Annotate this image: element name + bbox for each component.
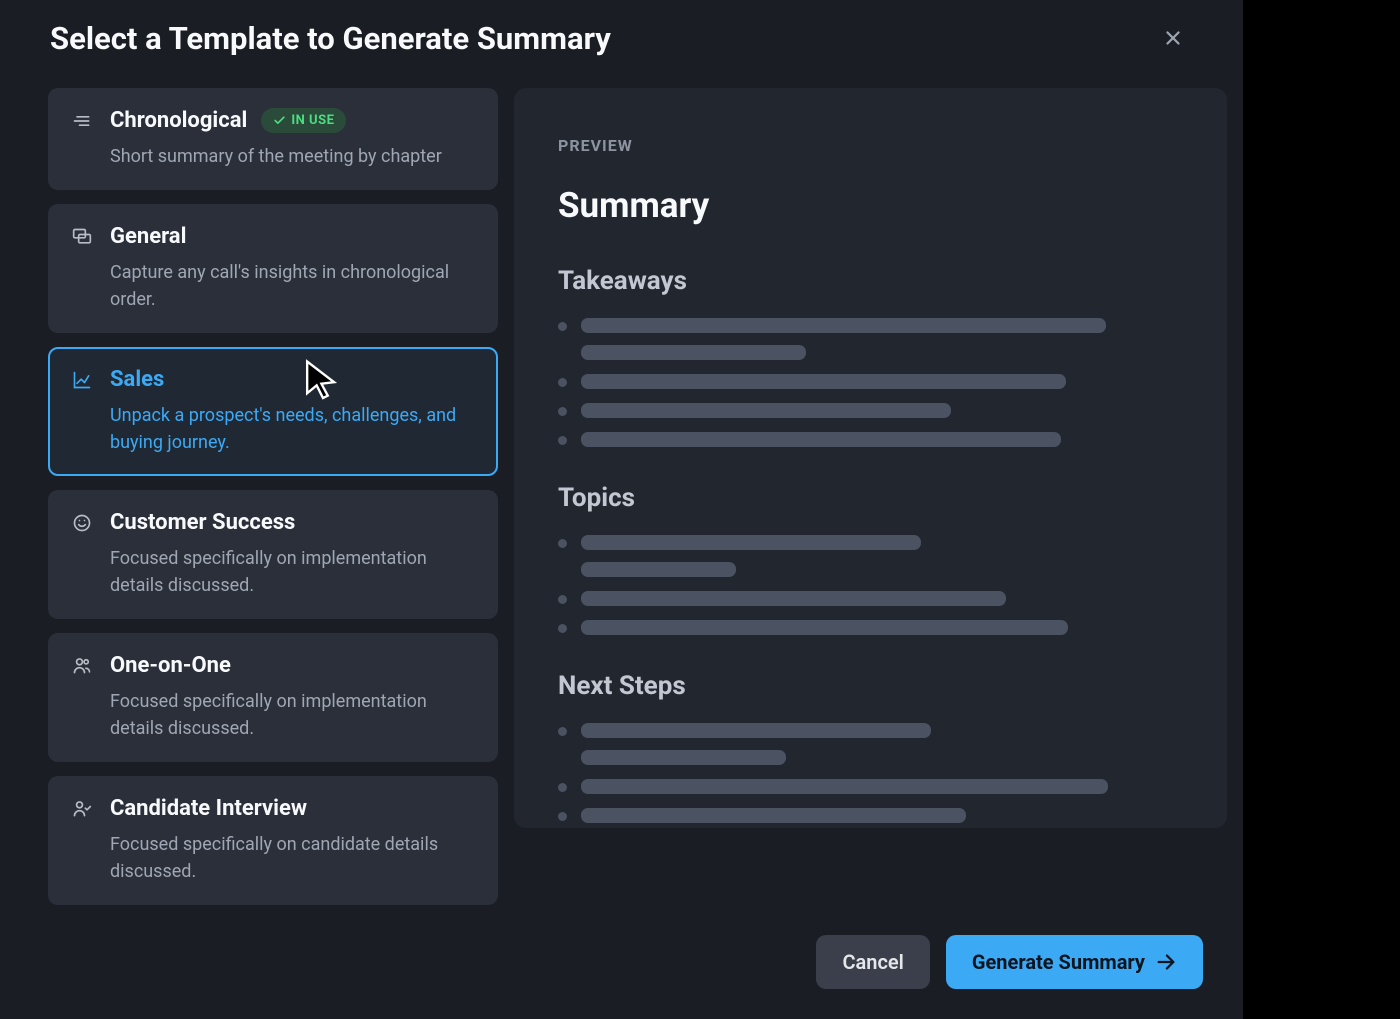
template-list: Chronological IN USE Short summary of th…	[48, 88, 498, 905]
skeleton-dot	[558, 436, 567, 445]
skeleton-bar	[581, 345, 806, 360]
skeleton-item	[558, 808, 1183, 823]
skeleton-bar	[581, 403, 951, 418]
section-title: Topics	[558, 483, 1183, 513]
section-title: Takeaways	[558, 266, 1183, 296]
template-selector-modal: Select a Template to Generate Summary	[0, 0, 1243, 1019]
preview-label: PREVIEW	[558, 136, 1183, 155]
arrow-right-icon	[1155, 951, 1177, 973]
skeleton-dot	[558, 727, 567, 736]
skeleton-item	[558, 318, 1183, 360]
template-card-header: Candidate Interview	[72, 796, 474, 821]
template-title: Customer Success	[110, 510, 295, 535]
chat-icon	[72, 227, 96, 247]
skeleton-dot	[558, 539, 567, 548]
skeleton-item	[558, 723, 1183, 765]
template-description: Focused specifically on implementation d…	[110, 545, 474, 599]
template-title: Sales	[110, 367, 164, 392]
template-card-one-on-one[interactable]: One-on-One Focused specifically on imple…	[48, 633, 498, 762]
in-use-badge: IN USE	[261, 108, 346, 133]
users-icon	[72, 656, 96, 676]
skeleton-bar	[581, 620, 1068, 635]
template-card-candidate-interview[interactable]: Candidate Interview Focused specifically…	[48, 776, 498, 905]
template-card-header: One-on-One	[72, 653, 474, 678]
smile-icon	[72, 513, 96, 533]
skeleton-dot	[558, 595, 567, 604]
template-card-chronological[interactable]: Chronological IN USE Short summary of th…	[48, 88, 498, 190]
chart-line-icon	[72, 370, 96, 390]
template-card-header: Sales	[72, 367, 474, 392]
template-description: Short summary of the meeting by chapter	[110, 143, 474, 170]
template-description: Unpack a prospect's needs, challenges, a…	[110, 402, 474, 456]
skeleton-dot	[558, 812, 567, 821]
template-card-header: Chronological IN USE	[72, 108, 474, 133]
template-description: Focused specifically on candidate detail…	[110, 831, 474, 885]
check-icon	[273, 114, 286, 127]
template-title: General	[110, 224, 186, 249]
skeleton-item	[558, 591, 1183, 606]
skeleton-dot	[558, 407, 567, 416]
skeleton-bar	[581, 374, 1066, 389]
skeleton-item	[558, 432, 1183, 447]
list-icon	[72, 111, 96, 131]
template-card-sales[interactable]: Sales Unpack a prospect's needs, challen…	[48, 347, 498, 476]
skeleton-bar	[581, 779, 1108, 794]
modal-header: Select a Template to Generate Summary	[0, 0, 1243, 88]
preview-section-next-steps: Next Steps	[558, 671, 1183, 823]
skeleton-item	[558, 403, 1183, 418]
preview-section-topics: Topics	[558, 483, 1183, 635]
section-title: Next Steps	[558, 671, 1183, 701]
cancel-button[interactable]: Cancel	[816, 935, 929, 989]
skeleton-bar	[581, 750, 786, 765]
skeleton-dot	[558, 783, 567, 792]
close-icon	[1162, 27, 1184, 49]
skeleton-bar	[581, 591, 1006, 606]
user-check-icon	[72, 799, 96, 819]
skeleton-bar	[581, 432, 1061, 447]
template-card-customer-success[interactable]: Customer Success Focused specifically on…	[48, 490, 498, 619]
modal-content: Chronological IN USE Short summary of th…	[0, 88, 1243, 905]
skeleton-bar	[581, 808, 966, 823]
generate-summary-button[interactable]: Generate Summary	[946, 935, 1203, 989]
skeleton-bar	[581, 723, 931, 738]
badge-label: IN USE	[291, 113, 334, 128]
template-description: Focused specifically on implementation d…	[110, 688, 474, 742]
template-title: Chronological	[110, 108, 247, 133]
skeleton-dot	[558, 322, 567, 331]
template-card-header: Customer Success	[72, 510, 474, 535]
preview-panel: PREVIEW Summary Takeaways	[514, 88, 1227, 828]
modal-title: Select a Template to Generate Summary	[50, 20, 611, 57]
modal-footer: Cancel Generate Summary	[0, 905, 1243, 1019]
skeleton-dot	[558, 378, 567, 387]
template-description: Capture any call's insights in chronolog…	[110, 259, 474, 313]
template-title: One-on-One	[110, 653, 231, 678]
skeleton-item	[558, 535, 1183, 577]
template-card-header: General	[72, 224, 474, 249]
skeleton-item	[558, 779, 1183, 794]
skeleton-dot	[558, 624, 567, 633]
preview-title: Summary	[558, 185, 1183, 226]
skeleton-bar	[581, 535, 921, 550]
generate-button-label: Generate Summary	[972, 950, 1145, 974]
skeleton-bar	[581, 318, 1106, 333]
preview-section-takeaways: Takeaways	[558, 266, 1183, 447]
skeleton-bar	[581, 562, 736, 577]
template-title: Candidate Interview	[110, 796, 307, 821]
template-card-general[interactable]: General Capture any call's insights in c…	[48, 204, 498, 333]
skeleton-item	[558, 620, 1183, 635]
skeleton-item	[558, 374, 1183, 389]
close-button[interactable]	[1153, 18, 1193, 58]
